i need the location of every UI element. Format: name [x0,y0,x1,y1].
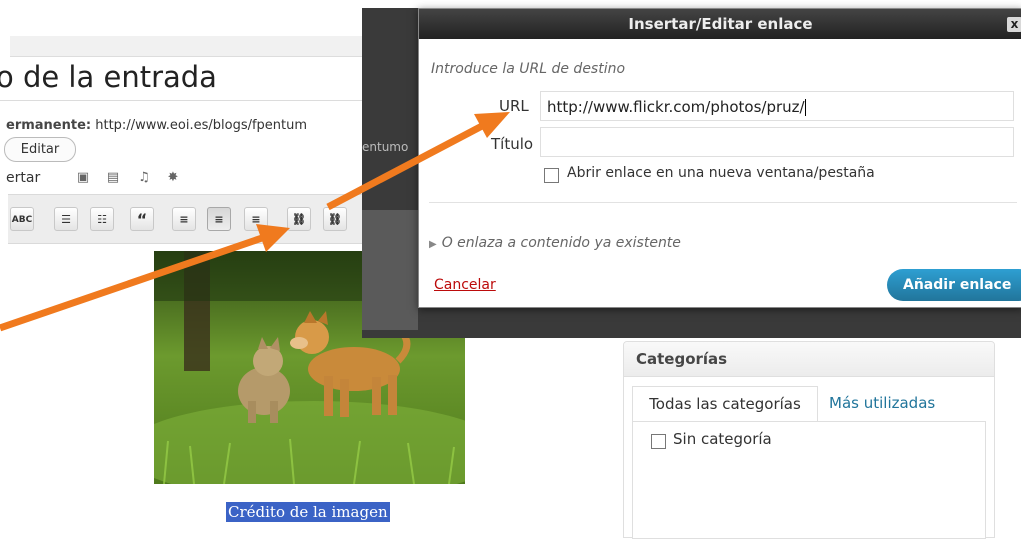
image-icon[interactable]: ▣ [76,171,90,185]
spellcheck-button[interactable]: ABC [10,207,34,231]
open-new-tab-checkbox[interactable] [544,168,559,183]
insert-media-label: ertar [6,170,41,186]
close-icon[interactable]: x [1007,17,1021,32]
align-left-button[interactable]: ≡ [172,207,196,231]
url-input-value: http://www.flickr.com/photos/pruz/ [547,98,805,116]
text-caret [804,99,806,116]
align-right-button[interactable]: ≡ [244,207,268,231]
tab-most-used[interactable]: Más utilizadas [829,386,935,421]
permalink-label: ermanente: [6,118,92,133]
title-input[interactable] [540,127,1014,157]
insert-link-button[interactable]: ⛓ [287,207,311,231]
insert-link-dialog: Insertar/Editar enlace x Introduce la UR… [418,8,1021,308]
permalink-url[interactable]: http://www.eoi.es/blogs/fpentum [95,118,307,133]
unlink-button[interactable]: ⛓ [323,207,347,231]
existing-content-toggle[interactable]: ▶ O enlaza a contenido ya existente [429,235,681,251]
post-title[interactable]: o de la entrada [0,60,217,94]
media-icon[interactable]: ✸ [166,171,180,185]
dialog-divider [429,202,1017,203]
expand-triangle-icon: ▶ [429,239,437,250]
numbered-list-button[interactable]: ☷ [90,207,114,231]
image-caption[interactable]: Crédito de la imagen [226,502,390,522]
cancel-link[interactable]: Cancelar [434,277,496,293]
category-label[interactable]: Sin categoría [673,430,772,448]
existing-content-label: O enlaza a contenido ya existente [441,235,681,251]
url-input[interactable]: http://www.flickr.com/photos/pruz/ [540,91,1014,121]
permalink-tail: entumo [362,140,409,154]
dialog-titlebar[interactable]: Insertar/Editar enlace x [419,9,1021,39]
categories-title: Categorías [636,350,728,368]
open-new-tab-label[interactable]: Abrir enlace en una nueva ventana/pestañ… [567,165,875,181]
category-checkbox[interactable] [651,434,666,449]
dialog-title: Insertar/Editar enlace [628,15,813,33]
music-icon[interactable]: ♫ [137,171,151,185]
categories-panel: Categorías Todas las categorías Más util… [623,341,995,539]
edit-permalink-button[interactable]: Editar [4,137,76,162]
bullet-list-button[interactable]: ☰ [54,207,78,231]
categories-header[interactable]: Categorías [624,342,994,377]
add-link-button[interactable]: Añadir enlace [887,269,1021,301]
category-list: Sin categoría [632,421,986,539]
gallery-icon[interactable]: ▤ [106,171,120,185]
permalink: ermanente: http://www.eoi.es/blogs/fpent… [6,118,307,133]
url-label: URL [499,97,529,115]
toolbar-behind-overlay [362,210,418,330]
title-label: Título [491,135,534,153]
blockquote-button[interactable]: “ [130,207,154,231]
dialog-prompt: Introduce la URL de destino [431,61,626,77]
tab-all-categories[interactable]: Todas las categorías [632,386,818,422]
align-center-button[interactable]: ≡ [207,207,231,231]
